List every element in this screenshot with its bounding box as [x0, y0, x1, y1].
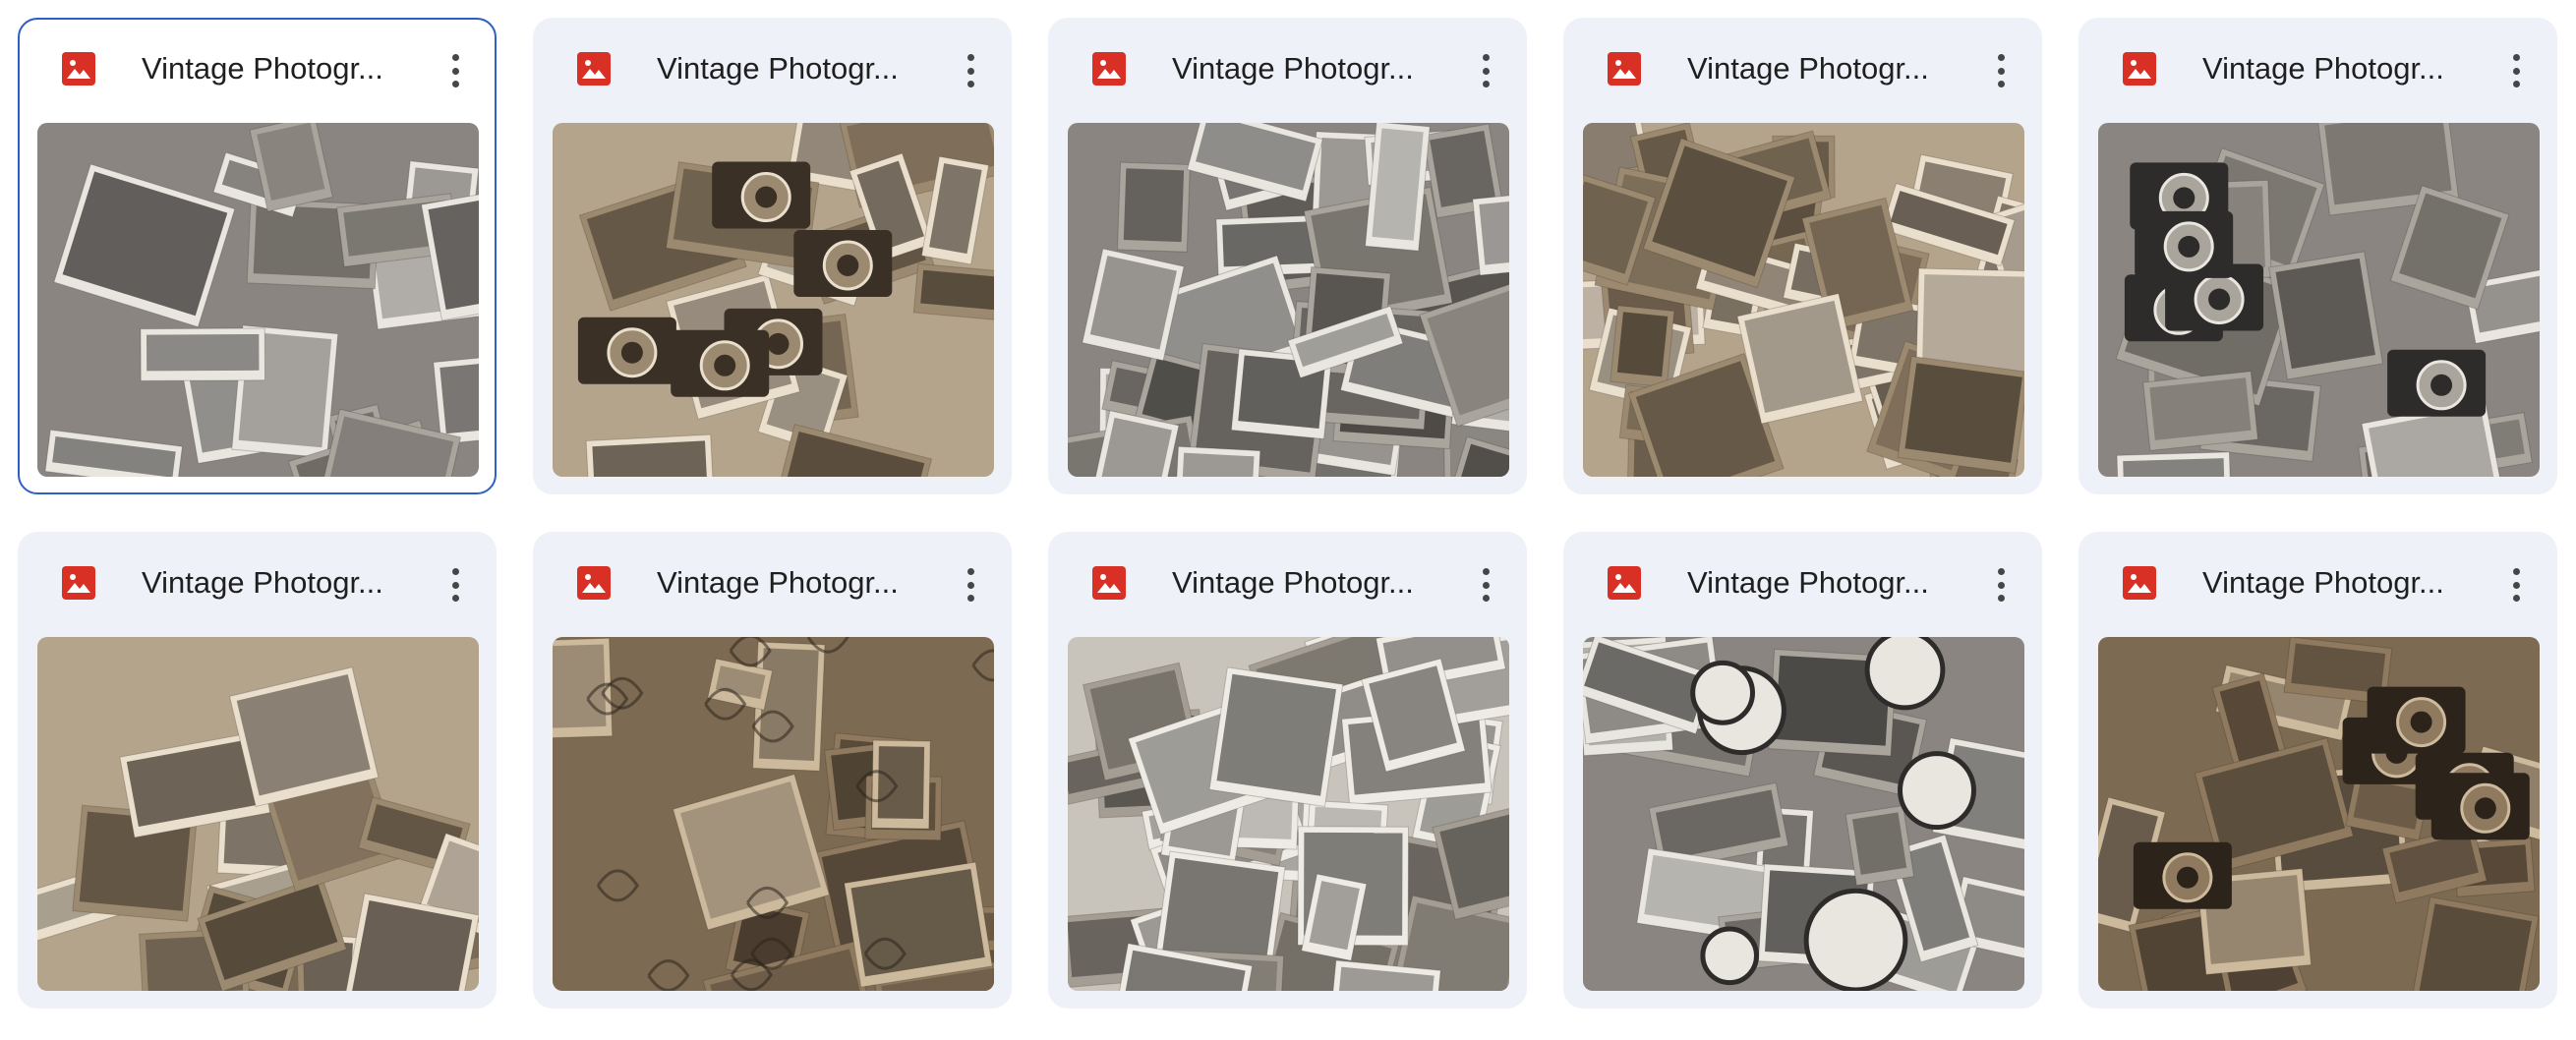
file-title: Vintage Photogr...: [657, 565, 899, 600]
more-vert-icon[interactable]: [447, 565, 463, 605]
more-vert-icon[interactable]: [963, 565, 978, 605]
image-file-icon: [1091, 565, 1127, 601]
more-vert-icon[interactable]: [2508, 51, 2524, 90]
file-thumbnail[interactable]: [1068, 637, 1509, 991]
file-card[interactable]: Vintage Photogr...: [18, 18, 497, 494]
file-thumbnail[interactable]: [1068, 123, 1509, 477]
image-file-icon: [2122, 565, 2157, 601]
file-card[interactable]: Vintage Photogr...: [1048, 532, 1527, 1009]
file-card[interactable]: Vintage Photogr...: [1563, 532, 2042, 1009]
file-thumbnail[interactable]: [553, 637, 994, 991]
file-grid: Vintage Photogr... Vintage Photogr... Vi…: [18, 18, 2557, 1009]
file-card-header: Vintage Photogr...: [533, 18, 1012, 122]
file-card-header: Vintage Photogr...: [20, 20, 495, 124]
file-title: Vintage Photogr...: [1687, 565, 1929, 600]
more-vert-icon[interactable]: [1478, 565, 1493, 605]
file-card[interactable]: Vintage Photogr...: [533, 18, 1012, 494]
file-thumbnail[interactable]: [553, 123, 994, 477]
more-vert-icon[interactable]: [963, 51, 978, 90]
file-thumbnail[interactable]: [37, 123, 479, 477]
file-card-header: Vintage Photogr...: [18, 532, 497, 636]
file-title: Vintage Photogr...: [142, 51, 383, 86]
file-card[interactable]: Vintage Photogr...: [2078, 532, 2557, 1009]
file-card[interactable]: Vintage Photogr...: [2078, 18, 2557, 494]
file-thumbnail[interactable]: [1583, 123, 2024, 477]
file-card-header: Vintage Photogr...: [2078, 532, 2557, 636]
file-title: Vintage Photogr...: [142, 565, 383, 600]
file-card-header: Vintage Photogr...: [2078, 18, 2557, 122]
file-card-header: Vintage Photogr...: [1563, 18, 2042, 122]
image-file-icon: [1607, 51, 1642, 87]
file-thumbnail[interactable]: [37, 637, 479, 991]
more-vert-icon[interactable]: [1478, 51, 1493, 90]
file-title: Vintage Photogr...: [1687, 51, 1929, 86]
file-title: Vintage Photogr...: [2202, 565, 2444, 600]
more-vert-icon[interactable]: [1993, 51, 2009, 90]
file-thumbnail[interactable]: [2098, 123, 2540, 477]
file-thumbnail[interactable]: [1583, 637, 2024, 991]
image-file-icon: [61, 565, 96, 601]
file-card[interactable]: Vintage Photogr...: [1048, 18, 1527, 494]
file-card[interactable]: Vintage Photogr...: [533, 532, 1012, 1009]
file-card-header: Vintage Photogr...: [1048, 18, 1527, 122]
file-card-header: Vintage Photogr...: [1048, 532, 1527, 636]
file-thumbnail[interactable]: [2098, 637, 2540, 991]
file-card-header: Vintage Photogr...: [533, 532, 1012, 636]
file-card[interactable]: Vintage Photogr...: [18, 532, 497, 1009]
more-vert-icon[interactable]: [2508, 565, 2524, 605]
image-file-icon: [576, 565, 612, 601]
image-file-icon: [1607, 565, 1642, 601]
file-title: Vintage Photogr...: [2202, 51, 2444, 86]
file-card[interactable]: Vintage Photogr...: [1563, 18, 2042, 494]
image-file-icon: [61, 51, 96, 87]
file-title: Vintage Photogr...: [1172, 51, 1414, 86]
file-card-header: Vintage Photogr...: [1563, 532, 2042, 636]
more-vert-icon[interactable]: [1993, 565, 2009, 605]
image-file-icon: [1091, 51, 1127, 87]
file-title: Vintage Photogr...: [1172, 565, 1414, 600]
image-file-icon: [2122, 51, 2157, 87]
more-vert-icon[interactable]: [447, 51, 463, 90]
file-title: Vintage Photogr...: [657, 51, 899, 86]
image-file-icon: [576, 51, 612, 87]
